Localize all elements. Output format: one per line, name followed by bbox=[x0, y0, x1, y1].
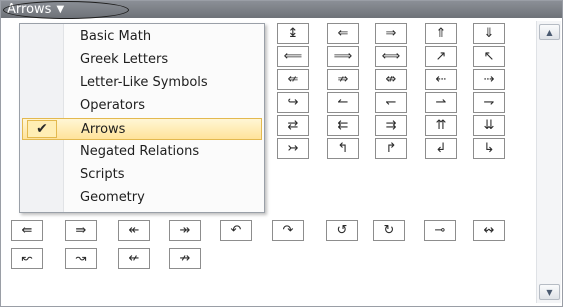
symbol-button[interactable]: ⇇ bbox=[327, 115, 359, 136]
symbol-button[interactable]: ⇢ bbox=[473, 69, 505, 90]
menu-item-label: Basic Math bbox=[80, 29, 152, 44]
menu-item-label: Greek Letters bbox=[80, 52, 169, 67]
symbol-button[interactable]: ↗ bbox=[425, 46, 457, 67]
vertical-scrollbar[interactable]: ▲ ▼ bbox=[536, 21, 561, 303]
symbol-button[interactable]: ↣ bbox=[277, 138, 309, 159]
symbol-button[interactable]: ↠ bbox=[169, 220, 201, 241]
symbol-button[interactable]: ↖ bbox=[473, 46, 505, 67]
symbol-button[interactable]: ↽ bbox=[375, 92, 407, 113]
symbol-button[interactable]: ⟸ bbox=[277, 46, 309, 67]
menu-item-label: Scripts bbox=[80, 167, 125, 182]
symbol-button[interactable]: ⇄ bbox=[277, 115, 309, 136]
symbol-button[interactable]: ↼ bbox=[327, 92, 359, 113]
symbol-button[interactable]: ⇚ bbox=[11, 220, 43, 241]
symbol-button[interactable]: ↷ bbox=[272, 220, 304, 241]
symbol-button[interactable]: ⇍ bbox=[277, 69, 309, 90]
scroll-up-button[interactable]: ▲ bbox=[539, 24, 560, 40]
symbol-button[interactable]: ⇎ bbox=[375, 69, 407, 90]
checkmark-icon: ✔ bbox=[27, 120, 57, 138]
symbol-button[interactable]: ↛ bbox=[169, 248, 201, 269]
menu-item-label: Arrows bbox=[81, 122, 126, 137]
symbol-button[interactable]: ⇑ bbox=[425, 23, 457, 44]
symbol-button[interactable]: ⇐ bbox=[327, 23, 359, 44]
menu-item-greek-letters[interactable]: Greek Letters bbox=[22, 49, 262, 71]
menu-item-arrows[interactable]: ✔ Arrows bbox=[22, 118, 262, 140]
symbol-button[interactable]: ⇏ bbox=[327, 69, 359, 90]
symbol-button[interactable]: ⇊ bbox=[473, 115, 505, 136]
symbol-button[interactable]: ↝ bbox=[65, 248, 97, 269]
symbol-button[interactable]: ⇀ bbox=[425, 92, 457, 113]
menu-item-letter-like-symbols[interactable]: Letter-Like Symbols bbox=[22, 72, 262, 94]
category-menu: Basic Math Greek Letters Letter-Like Symbo… bbox=[19, 23, 265, 213]
menu-item-operators[interactable]: Operators bbox=[22, 95, 262, 117]
symbol-button[interactable]: ⇉ bbox=[375, 115, 407, 136]
menu-item-label: Operators bbox=[80, 98, 145, 113]
symbol-button[interactable]: ↜ bbox=[11, 248, 43, 269]
scroll-down-button[interactable]: ▼ bbox=[539, 284, 560, 300]
symbol-button[interactable]: ⇓ bbox=[473, 23, 505, 44]
symbol-button[interactable]: ⇒ bbox=[375, 23, 407, 44]
symbol-button[interactable]: ⊸ bbox=[424, 220, 456, 241]
symbol-button[interactable]: ↪ bbox=[277, 92, 309, 113]
menu-item-geometry[interactable]: Geometry bbox=[22, 187, 262, 209]
symbol-button[interactable]: ⇛ bbox=[65, 220, 97, 241]
symbol-button[interactable]: ↺ bbox=[326, 220, 358, 241]
dropdown-caret-icon: ▼ bbox=[56, 4, 65, 15]
symbol-button[interactable]: ⇈ bbox=[425, 115, 457, 136]
symbol-button[interactable]: ⟺ bbox=[375, 46, 407, 67]
symbol-button[interactable]: ⇁ bbox=[473, 92, 505, 113]
symbol-button[interactable]: ↳ bbox=[473, 138, 505, 159]
symbol-button[interactable]: ↰ bbox=[327, 138, 359, 159]
menu-item-label: Negated Relations bbox=[80, 144, 200, 159]
symbol-button[interactable]: ↨ bbox=[277, 23, 309, 44]
symbol-button[interactable]: ↚ bbox=[118, 248, 150, 269]
symbol-button[interactable]: ⟹ bbox=[327, 46, 359, 67]
symbol-button[interactable]: ↭ bbox=[473, 220, 505, 241]
symbol-button[interactable]: ↻ bbox=[373, 220, 405, 241]
symbol-button[interactable]: ↱ bbox=[375, 138, 407, 159]
category-dropdown-button[interactable]: Arrows ▼ bbox=[7, 2, 64, 17]
symbol-button[interactable]: ↶ bbox=[220, 220, 252, 241]
gallery-header: Arrows ▼ bbox=[1, 1, 562, 19]
symbol-button[interactable]: ↲ bbox=[425, 138, 457, 159]
symbol-gallery: Arrows ▼ ↨ ⇐ ⇒ ⇑ ⇓ ⟸ ⟹ ⟺ ↗ ↖ ⇍ ⇏ ⇎ ⇠ ⇢ ↪ ↼ ↽ ⇀ ⇁ ⇄ ⇇ ⇉ ⇈ ⇊ ↣ ↰ ↱ ↲ ↳ ⇚… bbox=[0, 0, 563, 307]
menu-item-basic-math[interactable]: Basic Math bbox=[22, 26, 262, 48]
menu-item-label: Letter-Like Symbols bbox=[80, 75, 208, 90]
menu-item-scripts[interactable]: Scripts bbox=[22, 164, 262, 186]
symbol-button[interactable]: ↞ bbox=[118, 220, 150, 241]
category-label: Arrows bbox=[7, 2, 52, 17]
menu-item-negated-relations[interactable]: Negated Relations bbox=[22, 141, 262, 163]
menu-item-label: Geometry bbox=[80, 190, 145, 205]
symbol-button[interactable]: ⇠ bbox=[425, 69, 457, 90]
